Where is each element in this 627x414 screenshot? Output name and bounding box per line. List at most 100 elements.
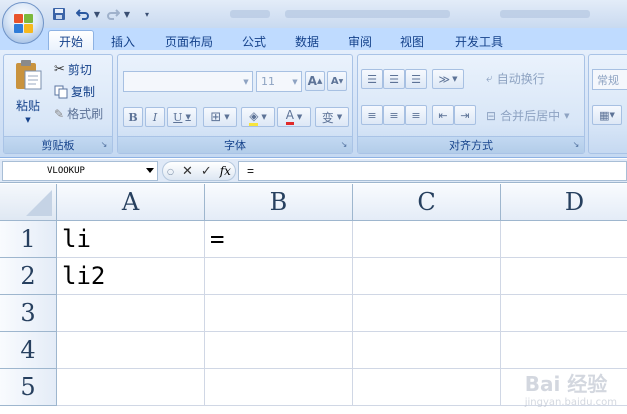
cell-c1[interactable] xyxy=(353,221,501,258)
font-name-dropdown-icon[interactable]: ▼ xyxy=(240,72,252,91)
italic-button[interactable]: I xyxy=(145,107,165,127)
paste-button[interactable]: 粘贴 ▼ xyxy=(8,59,48,131)
underline-dropdown-icon[interactable]: ▼ xyxy=(185,113,190,121)
tab-formulas[interactable]: 公式 xyxy=(232,31,276,51)
office-button[interactable] xyxy=(2,2,44,44)
fill-color-button[interactable]: ◈ ▼ xyxy=(241,107,275,127)
merge-dropdown-icon[interactable]: ▼ xyxy=(564,112,569,120)
orientation-button[interactable]: ≫ ▼ xyxy=(432,69,464,89)
tab-home[interactable]: 开始 xyxy=(48,30,94,52)
cell-a3[interactable] xyxy=(57,295,205,332)
name-box-dropdown-icon[interactable] xyxy=(146,168,154,173)
cell-b5[interactable] xyxy=(205,369,353,406)
cancel-icon[interactable]: ✕ xyxy=(182,164,193,179)
format-painter-button[interactable]: ✎ 格式刷 xyxy=(54,105,103,122)
worksheet-grid[interactable]: A B C D 1 2 3 4 5 li = li2 Bai 经验 jingya… xyxy=(0,184,627,414)
cell-a2[interactable]: li2 xyxy=(57,258,205,295)
cell-d3[interactable] xyxy=(501,295,627,332)
cell-d4[interactable] xyxy=(501,332,627,369)
align-left-button[interactable]: ≡ xyxy=(361,105,383,125)
decrease-indent-button[interactable]: ⇤ xyxy=(432,105,454,125)
name-box[interactable]: VLOOKUP xyxy=(2,161,158,181)
cell-b3[interactable] xyxy=(205,295,353,332)
tab-view[interactable]: 视图 xyxy=(390,31,434,51)
borders-button[interactable]: ⊞ ▼ xyxy=(203,107,237,127)
align-middle-button[interactable]: ☰ xyxy=(383,69,405,89)
cell-b1[interactable]: = xyxy=(205,221,353,258)
increase-indent-button[interactable]: ⇥ xyxy=(454,105,476,125)
cell-c4[interactable] xyxy=(353,332,501,369)
cell-c2[interactable] xyxy=(353,258,501,295)
enter-icon[interactable]: ✓ xyxy=(201,164,212,179)
cell-d2[interactable] xyxy=(501,258,627,295)
orientation-icon: ≫ xyxy=(438,72,451,86)
tab-insert[interactable]: 插入 xyxy=(100,31,146,51)
row-header-4[interactable]: 4 xyxy=(0,332,57,369)
formula-input[interactable]: = xyxy=(238,161,627,181)
tab-review[interactable]: 审阅 xyxy=(338,31,382,51)
shrink-arrow-icon: ▼ xyxy=(338,77,344,85)
cell-a5[interactable] xyxy=(57,369,205,406)
cut-button[interactable]: ✂ 剪切 xyxy=(54,61,92,78)
cell-c5[interactable] xyxy=(353,369,501,406)
copy-button[interactable]: 复制 xyxy=(54,83,95,100)
font-launcher-icon[interactable]: ↘ xyxy=(339,140,349,150)
grow-font-button[interactable]: A ▲ xyxy=(305,71,325,91)
fill-color-dropdown-icon[interactable]: ▼ xyxy=(261,113,266,121)
phonetic-guide-button[interactable]: 变 ▼ xyxy=(315,107,349,127)
save-icon[interactable] xyxy=(50,5,68,23)
clipboard-launcher-icon[interactable]: ↘ xyxy=(99,140,109,150)
redo-dropdown-icon[interactable]: ▼ xyxy=(122,10,132,19)
undo-icon[interactable] xyxy=(74,5,92,23)
shrink-font-button[interactable]: A ▼ xyxy=(327,71,347,91)
currency-icon: ▦ xyxy=(599,108,610,122)
customize-qat-icon[interactable]: ▾ xyxy=(142,10,152,19)
align-right-button[interactable]: ≡ xyxy=(405,105,427,125)
font-size-value: 11 xyxy=(261,75,275,88)
cell-d1[interactable] xyxy=(501,221,627,258)
tab-developer[interactable]: 开发工具 xyxy=(445,31,513,51)
font-name-combo[interactable]: ▼ xyxy=(123,71,253,92)
orientation-dropdown-icon[interactable]: ▼ xyxy=(452,75,457,83)
formula-bar-resize-handle[interactable]: ○ xyxy=(167,167,174,176)
align-bottom-button[interactable]: ☰ xyxy=(405,69,427,89)
underline-button[interactable]: U ▼ xyxy=(167,107,197,127)
paste-dropdown-icon[interactable]: ▼ xyxy=(25,116,30,124)
column-header-c[interactable]: C xyxy=(353,184,501,221)
cell-c3[interactable] xyxy=(353,295,501,332)
accounting-format-button[interactable]: ▦ ▼ xyxy=(592,105,622,125)
bold-button[interactable]: B xyxy=(123,107,143,127)
row-header-3[interactable]: 3 xyxy=(0,295,57,332)
cell-a1[interactable]: li xyxy=(57,221,205,258)
font-color-dropdown-icon[interactable]: ▼ xyxy=(297,113,302,121)
cell-b4[interactable] xyxy=(205,332,353,369)
undo-dropdown-icon[interactable]: ▼ xyxy=(92,10,102,19)
cell-a4[interactable] xyxy=(57,332,205,369)
row-header-1[interactable]: 1 xyxy=(0,221,57,258)
phonetic-dropdown-icon[interactable]: ▼ xyxy=(337,113,342,121)
redo-icon[interactable] xyxy=(104,5,122,23)
insert-function-icon[interactable]: fx xyxy=(220,164,231,178)
number-format-combo[interactable]: 常规 xyxy=(592,69,627,90)
borders-icon: ⊞ xyxy=(210,109,222,125)
align-center-button[interactable]: ≡ xyxy=(383,105,405,125)
merge-center-button[interactable]: ⊟ 合并后居中 ▼ xyxy=(486,107,569,124)
cell-b2[interactable] xyxy=(205,258,353,295)
column-header-a[interactable]: A xyxy=(57,184,205,221)
font-color-icon: A xyxy=(285,109,294,125)
row-header-2[interactable]: 2 xyxy=(0,258,57,295)
font-color-button[interactable]: A ▼ xyxy=(277,107,311,127)
row-header-5[interactable]: 5 xyxy=(0,369,57,406)
wrap-text-button[interactable]: ⤶ 自动换行 xyxy=(486,70,545,87)
font-size-dropdown-icon[interactable]: ▼ xyxy=(289,72,301,91)
accounting-dropdown-icon[interactable]: ▼ xyxy=(610,111,615,119)
font-size-combo[interactable]: 11 ▼ xyxy=(256,71,302,92)
borders-dropdown-icon[interactable]: ▼ xyxy=(224,113,229,121)
tab-data[interactable]: 数据 xyxy=(285,31,329,51)
column-header-b[interactable]: B xyxy=(205,184,353,221)
tab-page-layout[interactable]: 页面布局 xyxy=(155,31,223,51)
alignment-launcher-icon[interactable]: ↘ xyxy=(571,140,581,150)
align-top-button[interactable]: ☰ xyxy=(361,69,383,89)
select-all-button[interactable] xyxy=(0,184,57,221)
column-header-d[interactable]: D xyxy=(501,184,627,221)
